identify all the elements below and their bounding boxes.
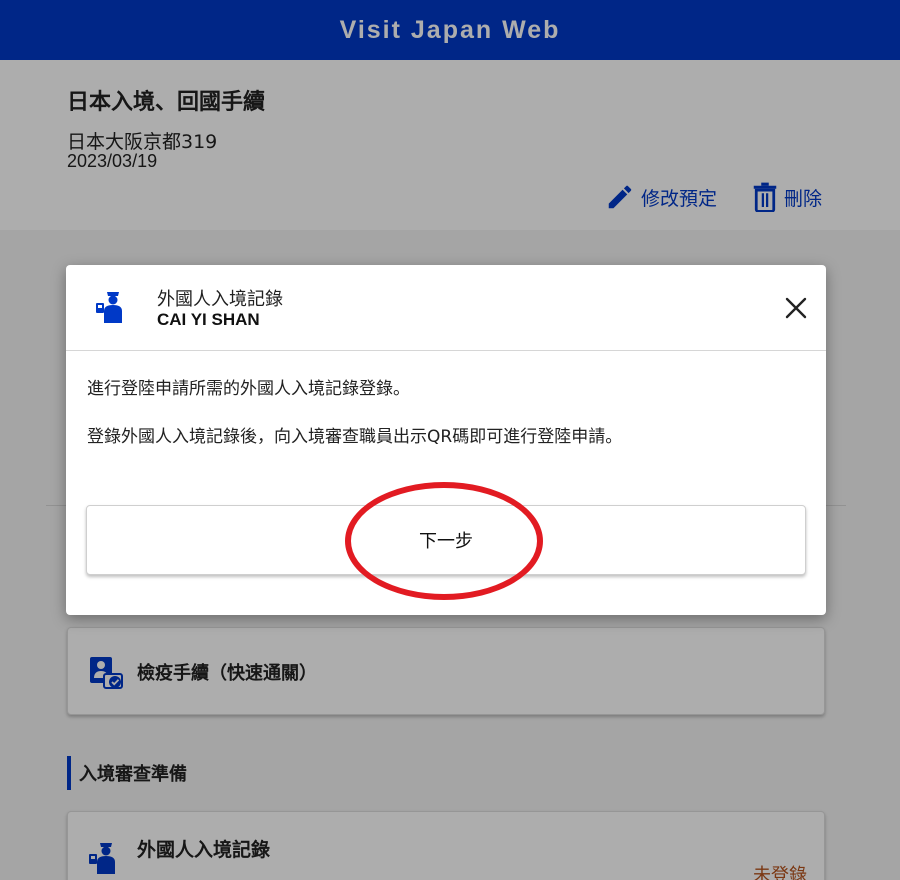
dialog-subtitle: CAI YI SHAN [157,310,260,329]
dialog-title: 外國人入境記錄 [157,289,283,310]
next-step-button[interactable]: 下一步 [86,505,806,575]
immigration-record-dialog: 外國人入境記錄 CAI YI SHAN 進行登陸申請所需的外國人入境記錄登錄。 … [66,265,826,615]
dialog-header: 外國人入境記錄 CAI YI SHAN [66,265,826,351]
dialog-text-instructions: 登錄外國人入境記錄後，向入境審查職員出示QR碼即可進行登陸申請。 [87,427,623,447]
close-icon[interactable] [781,293,811,323]
dialog-text-intro: 進行登陸申請所需的外國人入境記錄登錄。 [87,379,410,399]
immigration-officer-icon [96,292,122,323]
